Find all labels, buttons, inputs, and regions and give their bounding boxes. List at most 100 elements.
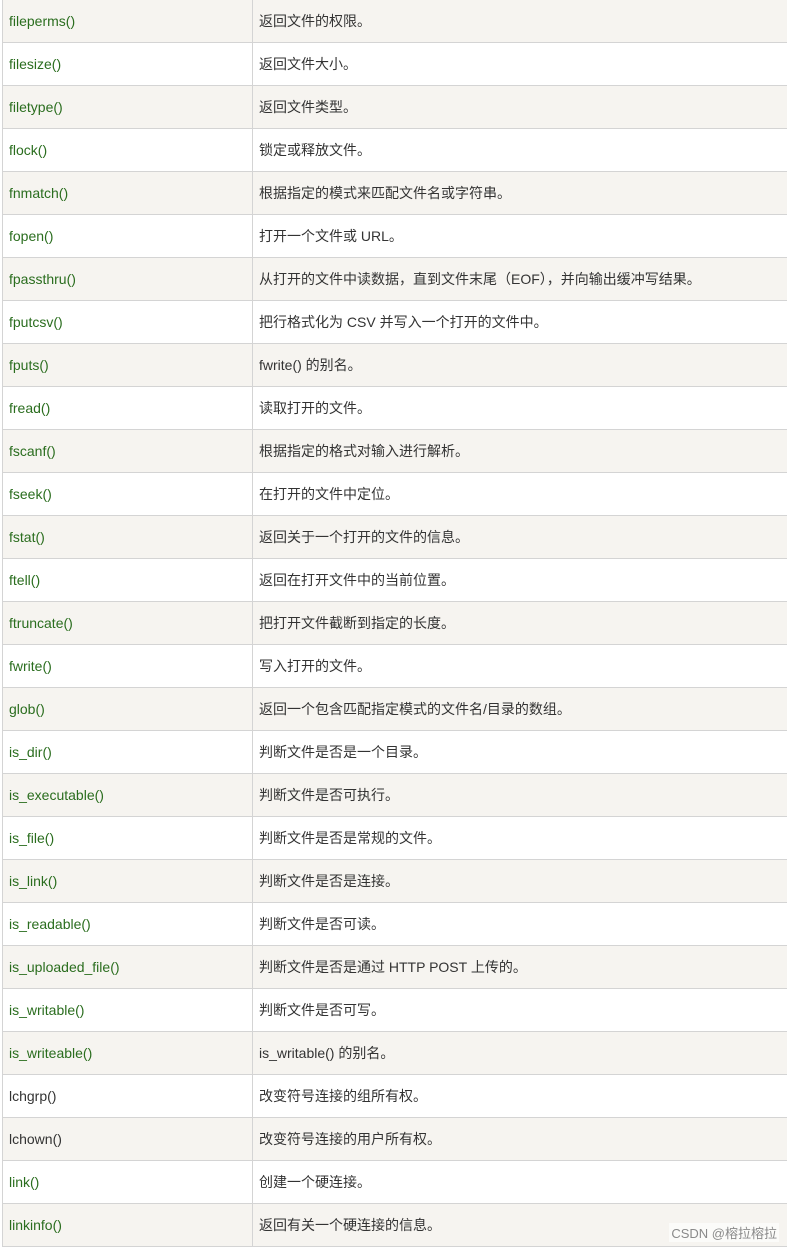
function-name-cell: filetype() — [2, 85, 253, 129]
table-row: filesize() 返回文件大小。 — [2, 42, 787, 86]
function-link[interactable]: fputs() — [9, 357, 49, 373]
table-row: fscanf() 根据指定的格式对输入进行解析。 — [2, 429, 787, 473]
function-name-cell: is_uploaded_file() — [2, 945, 253, 989]
function-name-cell: fpassthru() — [2, 257, 253, 301]
function-link[interactable]: ftruncate() — [9, 615, 73, 631]
function-name-cell: is_dir() — [2, 730, 253, 774]
function-name-cell: flock() — [2, 128, 253, 172]
function-description: 在打开的文件中定位。 — [252, 472, 787, 516]
function-table: fileperms() 返回文件的权限。 filesize() 返回文件大小。 file… — [2, 0, 787, 1247]
function-description: 把行格式化为 CSV 并写入一个打开的文件中。 — [252, 300, 787, 344]
table-row: link() 创建一个硬连接。 — [2, 1160, 787, 1204]
function-link[interactable]: is_file() — [9, 830, 54, 846]
function-description: 根据指定的格式对输入进行解析。 — [252, 429, 787, 473]
function-description: 判断文件是否可执行。 — [252, 773, 787, 817]
table-row: is_uploaded_file() 判断文件是否是通过 HTTP POST 上传… — [2, 945, 787, 989]
table-row: is_writeable() is_writable() 的别名。 — [2, 1031, 787, 1075]
function-name-cell: fwrite() — [2, 644, 253, 688]
function-link[interactable]: fpassthru() — [9, 271, 76, 287]
function-name-cell: glob() — [2, 687, 253, 731]
function-name-cell: fseek() — [2, 472, 253, 516]
table-row: fwrite() 写入打开的文件。 — [2, 644, 787, 688]
table-row: lchown() 改变符号连接的用户所有权。 — [2, 1117, 787, 1161]
function-name: lchown() — [9, 1131, 62, 1147]
function-link[interactable]: flock() — [9, 142, 47, 158]
function-link[interactable]: filesize() — [9, 56, 61, 72]
function-name-cell: is_file() — [2, 816, 253, 860]
function-name: lchgrp() — [9, 1088, 57, 1104]
function-description: 判断文件是否是通过 HTTP POST 上传的。 — [252, 945, 787, 989]
function-name-cell: lchown() — [2, 1117, 253, 1161]
function-link[interactable]: is_link() — [9, 873, 57, 889]
table-row: is_readable() 判断文件是否可读。 — [2, 902, 787, 946]
function-link[interactable]: is_uploaded_file() — [9, 959, 120, 975]
function-description: 读取打开的文件。 — [252, 386, 787, 430]
function-description: 返回关于一个打开的文件的信息。 — [252, 515, 787, 559]
table-row: fputs() fwrite() 的别名。 — [2, 343, 787, 387]
function-name-cell: is_writable() — [2, 988, 253, 1032]
function-name-cell: is_link() — [2, 859, 253, 903]
table-row: is_writable() 判断文件是否可写。 — [2, 988, 787, 1032]
function-description: 判断文件是否可写。 — [252, 988, 787, 1032]
function-name-cell: fnmatch() — [2, 171, 253, 215]
function-link[interactable]: fseek() — [9, 486, 52, 502]
table-row: is_link() 判断文件是否是连接。 — [2, 859, 787, 903]
table-row: fstat() 返回关于一个打开的文件的信息。 — [2, 515, 787, 559]
function-link[interactable]: fscanf() — [9, 443, 56, 459]
table-row: is_executable() 判断文件是否可执行。 — [2, 773, 787, 817]
function-link[interactable]: fileperms() — [9, 13, 75, 29]
function-link[interactable]: is_writeable() — [9, 1045, 92, 1061]
function-link[interactable]: fstat() — [9, 529, 45, 545]
function-name-cell: fputcsv() — [2, 300, 253, 344]
function-table-body: fileperms() 返回文件的权限。 filesize() 返回文件大小。 file… — [2, 0, 787, 1247]
function-link[interactable]: filetype() — [9, 99, 63, 115]
csdn-watermark: CSDN @榕拉榕拉 — [669, 1223, 779, 1242]
function-description: 判断文件是否是常规的文件。 — [252, 816, 787, 860]
function-name-cell: linkinfo() — [2, 1203, 253, 1247]
function-link[interactable]: fwrite() — [9, 658, 52, 674]
table-row: fputcsv() 把行格式化为 CSV 并写入一个打开的文件中。 — [2, 300, 787, 344]
function-description: 返回在打开文件中的当前位置。 — [252, 558, 787, 602]
table-row: ftell() 返回在打开文件中的当前位置。 — [2, 558, 787, 602]
function-link[interactable]: fread() — [9, 400, 50, 416]
function-description: 返回文件大小。 — [252, 42, 787, 86]
function-description: 根据指定的模式来匹配文件名或字符串。 — [252, 171, 787, 215]
function-description: 判断文件是否是一个目录。 — [252, 730, 787, 774]
table-row: fnmatch() 根据指定的模式来匹配文件名或字符串。 — [2, 171, 787, 215]
function-link[interactable]: is_dir() — [9, 744, 52, 760]
function-description: 返回文件类型。 — [252, 85, 787, 129]
function-name-cell: is_executable() — [2, 773, 253, 817]
function-name-cell: ftruncate() — [2, 601, 253, 645]
function-name-cell: lchgrp() — [2, 1074, 253, 1118]
function-link[interactable]: is_readable() — [9, 916, 91, 932]
function-name-cell: filesize() — [2, 42, 253, 86]
function-link[interactable]: ftell() — [9, 572, 40, 588]
function-link[interactable]: fopen() — [9, 228, 53, 244]
function-link[interactable]: glob() — [9, 701, 45, 717]
function-name-cell: is_readable() — [2, 902, 253, 946]
function-link[interactable]: is_writable() — [9, 1002, 84, 1018]
function-name-cell: fstat() — [2, 515, 253, 559]
function-name-cell: is_writeable() — [2, 1031, 253, 1075]
function-link[interactable]: linkinfo() — [9, 1217, 62, 1233]
table-row: lchgrp() 改变符号连接的组所有权。 — [2, 1074, 787, 1118]
table-row: glob() 返回一个包含匹配指定模式的文件名/目录的数组。 — [2, 687, 787, 731]
function-name-cell: fscanf() — [2, 429, 253, 473]
function-name-cell: fopen() — [2, 214, 253, 258]
function-link[interactable]: fputcsv() — [9, 314, 63, 330]
function-description: 创建一个硬连接。 — [252, 1160, 787, 1204]
function-name-cell: ftell() — [2, 558, 253, 602]
function-name-cell: fputs() — [2, 343, 253, 387]
function-name-cell: fileperms() — [2, 0, 253, 43]
table-row: fopen() 打开一个文件或 URL。 — [2, 214, 787, 258]
function-description: 从打开的文件中读数据，直到文件末尾（EOF），并向输出缓冲写结果。 — [252, 257, 787, 301]
table-row: filetype() 返回文件类型。 — [2, 85, 787, 129]
table-row: fseek() 在打开的文件中定位。 — [2, 472, 787, 516]
function-link[interactable]: is_executable() — [9, 787, 104, 803]
function-link[interactable]: link() — [9, 1174, 39, 1190]
table-row: is_file() 判断文件是否是常规的文件。 — [2, 816, 787, 860]
function-description: 改变符号连接的用户所有权。 — [252, 1117, 787, 1161]
function-description: is_writable() 的别名。 — [252, 1031, 787, 1075]
function-link[interactable]: fnmatch() — [9, 185, 68, 201]
function-description: fwrite() 的别名。 — [252, 343, 787, 387]
